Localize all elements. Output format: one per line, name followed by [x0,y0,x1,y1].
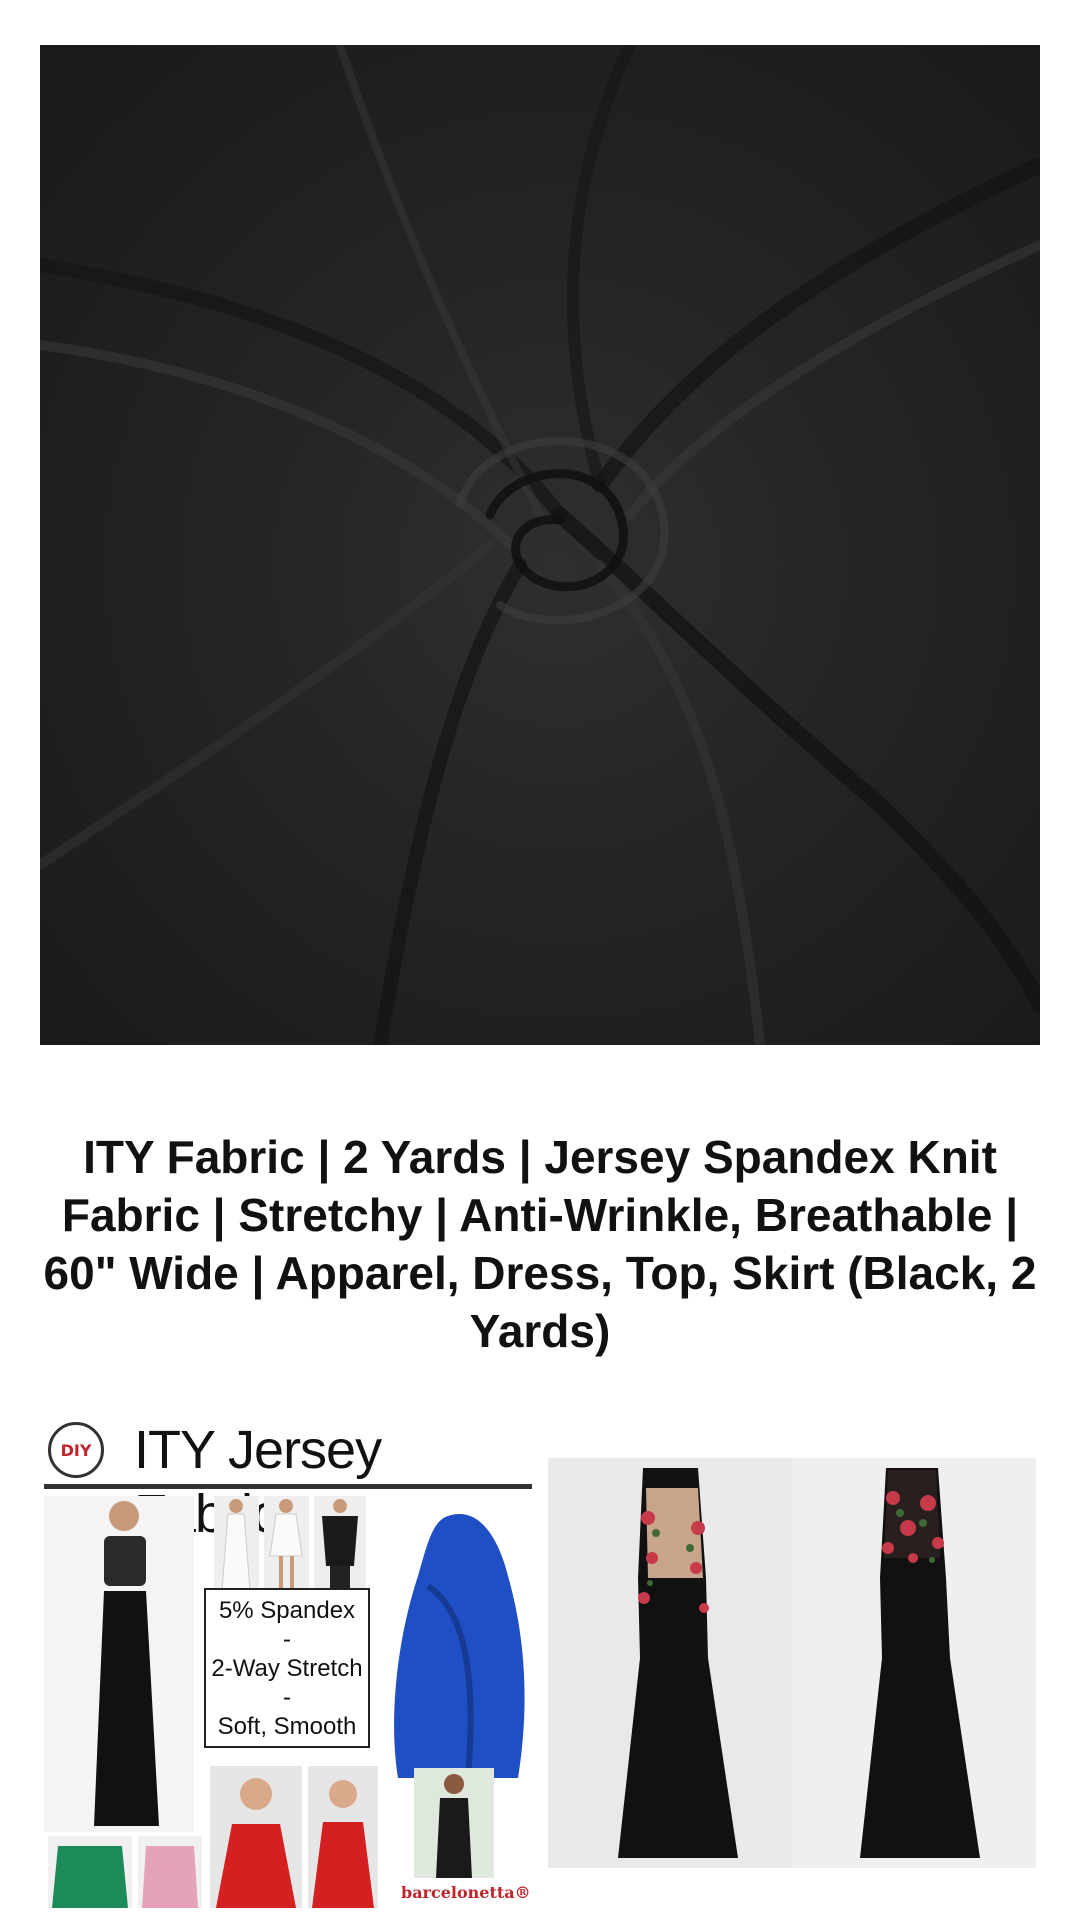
infographic-thumbnail[interactable]: DIY ITY Jersey Fabric 5% Spandex - 2-Way… [44,1418,532,1908]
diy-logo: DIY [48,1422,104,1478]
product-main-image[interactable] [40,45,1040,1045]
spec-box: 5% Spandex - 2-Way Stretch - Soft, Smoot… [204,1588,370,1748]
white-long-dress-photo [214,1496,259,1591]
product-title: ITY Fabric | 2 Yards | Jersey Spandex Kn… [43,1131,1037,1357]
brand-logo: barcelonetta® [401,1883,531,1902]
black-outfit-photo [44,1496,194,1832]
fabric-swirl-graphic [40,45,1040,1045]
spec-line-3: 2-Way Stretch [211,1654,363,1682]
red-dress-photo-1 [210,1766,302,1908]
spec-line-5: Soft, Smooth [217,1712,357,1740]
black-gown-photo [548,1458,1036,1868]
red-dress-photo-2 [308,1766,378,1908]
pink-blouse-photo [138,1836,202,1908]
gown-thumbnail[interactable] [548,1458,1036,1868]
white-short-dress-photo [264,1496,309,1591]
spec-line-1: 5% Spandex [218,1596,356,1624]
blue-fabric-photo [388,1496,532,1778]
thumbnail-row: DIY ITY Jersey Fabric 5% Spandex - 2-Way… [44,1418,1040,1908]
spec-line-4: - [283,1683,291,1711]
green-blouse-photo [48,1836,132,1908]
black-dress-model-photo [414,1768,494,1878]
heading-divider [44,1484,532,1489]
black-top-photo [314,1496,366,1591]
spec-line-2: - [283,1625,291,1653]
